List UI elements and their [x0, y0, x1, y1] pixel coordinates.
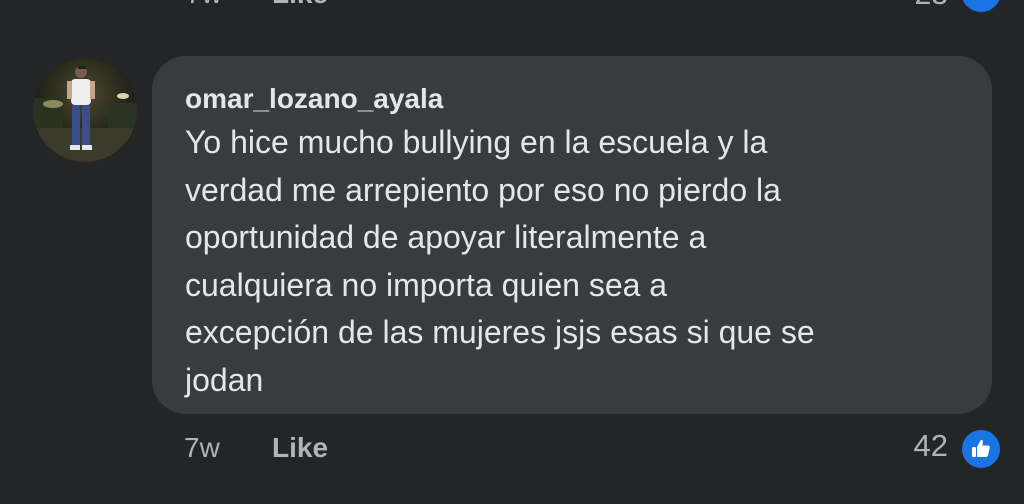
comment-text: Yo hice mucho bullying en la escuela y l… [185, 124, 815, 398]
comment-author[interactable]: omar_lozano_ayala [185, 82, 962, 116]
previous-comment-timestamp: 7w [186, 0, 222, 10]
comment-timestamp[interactable]: 7w [184, 432, 220, 464]
previous-comment-like-count: 23 [915, 0, 948, 12]
thumbs-up-glyph [972, 439, 990, 457]
previous-comment-like-button[interactable]: Like [272, 0, 328, 10]
avatar[interactable] [33, 58, 137, 162]
thumbs-up-icon[interactable] [960, 428, 1002, 470]
comment-footer: 7w Like 42 [0, 428, 1024, 472]
previous-comment-footer: 7w Like 23 [0, 0, 1024, 14]
avatar-photo [33, 58, 137, 162]
like-button[interactable]: Like [272, 432, 328, 464]
comment-bubble[interactable]: omar_lozano_ayala Yo hice mucho bullying… [152, 56, 992, 414]
like-count[interactable]: 42 [914, 428, 948, 464]
thumbs-up-icon [961, 0, 1001, 12]
